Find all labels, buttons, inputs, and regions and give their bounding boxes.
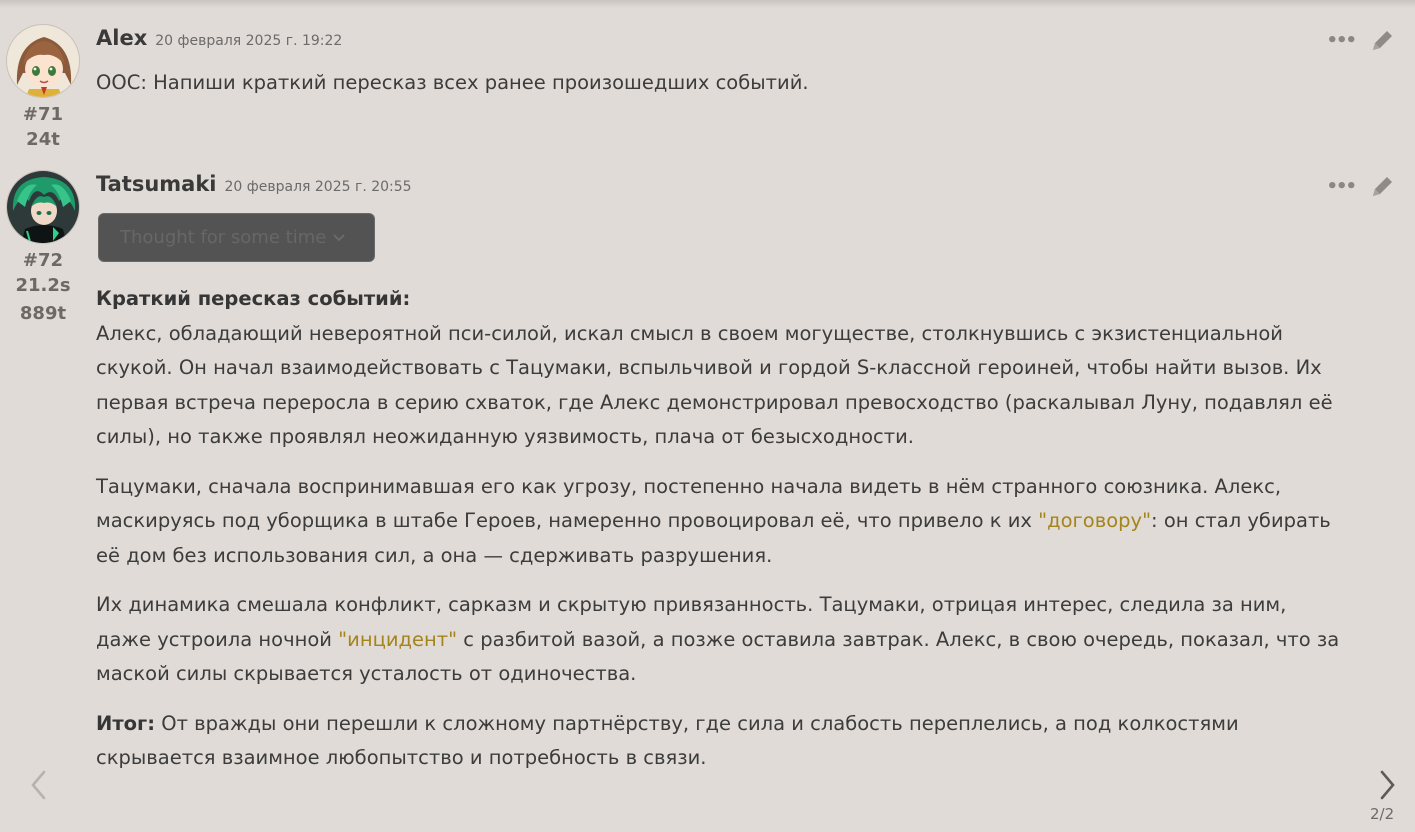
chibi-brown-hair-avatar-icon — [7, 25, 79, 97]
chevron-down-icon — [333, 233, 345, 241]
message-text: OOC: Напиши краткий пересказ всех ранее … — [96, 71, 809, 94]
paragraph-4-text: От вражды они перешли к сложному партнёр… — [96, 711, 1239, 770]
swipe-counter: 2/2 — [1370, 805, 1395, 823]
message-actions: ••• — [1326, 28, 1395, 54]
message-id: #71 — [22, 104, 64, 125]
token-count: 24t — [26, 129, 60, 150]
summary-heading: Краткий пересказ событий: — [96, 287, 411, 310]
edit-pencil-icon[interactable] — [1369, 28, 1395, 54]
quoted-text: "договору" — [1038, 509, 1152, 532]
message-header: Alex 20 февраля 2025 г. 19:22 — [96, 26, 342, 56]
more-options-icon[interactable]: ••• — [1326, 177, 1356, 197]
swipe-left-chevron-icon[interactable] — [26, 768, 52, 802]
avatar-column: #71 24t — [6, 24, 80, 154]
message-id: #72 — [22, 250, 64, 271]
message-header: Tatsumaki 20 февраля 2025 г. 20:55 — [96, 172, 412, 202]
green-hair-character-avatar-icon — [7, 171, 79, 243]
avatar[interactable] — [6, 170, 80, 244]
swipe-right-chevron-icon[interactable] — [1374, 768, 1400, 802]
thought-label: Thought for some time — [120, 227, 327, 248]
timestamp: 20 февраля 2025 г. 19:22 — [155, 33, 343, 49]
message-72: #72 21.2s 889t Tatsumaki 20 февраля 2025… — [0, 170, 1415, 832]
paragraph-2: Тацумаки, сначала воспринимавшая его как… — [96, 470, 1346, 574]
token-count: 889t — [19, 303, 67, 324]
quoted-text: "инцидент" — [338, 627, 458, 651]
thought-toggle-button[interactable]: Thought for some time — [98, 213, 375, 262]
author-name[interactable]: Tatsumaki — [96, 172, 217, 196]
paragraph-4: Итог: От вражды они перешли к сложному п… — [96, 707, 1346, 776]
paragraph-1: Алекс, обладающий невероятной пси-силой,… — [96, 321, 1333, 449]
avatar[interactable] — [6, 24, 80, 98]
edit-pencil-icon[interactable] — [1369, 174, 1395, 200]
top-shadow — [0, 0, 1415, 8]
author-name[interactable]: Alex — [96, 26, 147, 50]
timestamp: 20 февраля 2025 г. 20:55 — [224, 179, 412, 195]
paragraph-3: Их динамика смешала конфликт, сарказм и … — [96, 588, 1346, 692]
message-actions: ••• — [1326, 174, 1395, 200]
message-text: Краткий пересказ событий: Алекс, обладаю… — [96, 282, 1346, 791]
more-options-icon[interactable]: ••• — [1326, 31, 1356, 51]
avatar-column: #72 21.2s 889t — [6, 170, 80, 328]
generation-time: 21.2s — [15, 275, 71, 296]
summary-label: Итог: — [96, 711, 156, 735]
message-71: #71 24t Alex 20 февраля 2025 г. 19:22 ••… — [0, 24, 1415, 160]
